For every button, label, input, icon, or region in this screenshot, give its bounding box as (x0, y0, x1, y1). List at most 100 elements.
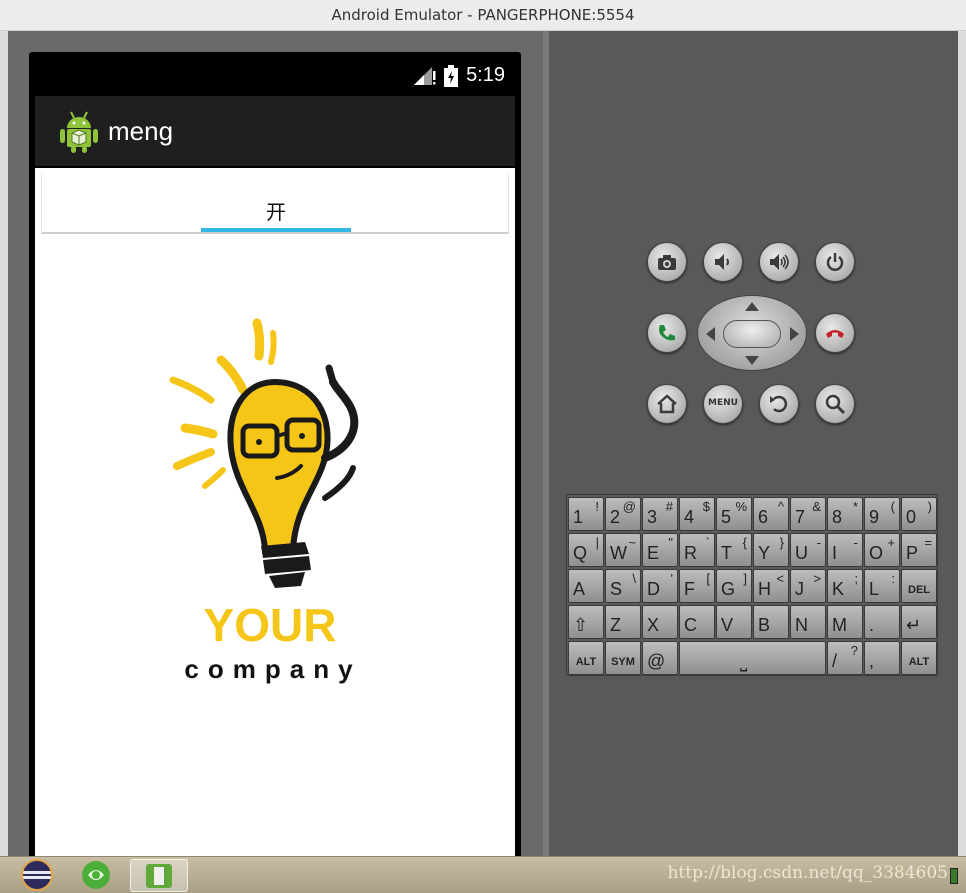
key-space[interactable]: ⎵ (679, 641, 826, 675)
volume-up-icon (770, 254, 789, 270)
logo-text-your: YOUR (204, 599, 337, 651)
menu-button[interactable]: MENU (703, 384, 743, 424)
status-bar: 5:19 (29, 52, 521, 96)
menu-button-label: MENU (708, 398, 738, 408)
taskbar-browser[interactable] (70, 859, 122, 892)
key-q[interactable]: Q | (568, 533, 604, 567)
key-z[interactable]: Z (605, 605, 641, 639)
key-shift[interactable]: ⇧ (568, 605, 604, 639)
key-period[interactable]: . (864, 605, 900, 639)
search-button[interactable] (815, 384, 855, 424)
tab-bar: 开 (41, 174, 509, 234)
tray-battery-icon[interactable] (950, 868, 958, 884)
call-icon (659, 325, 675, 341)
key-sym[interactable]: SYM (605, 641, 641, 675)
key-t[interactable]: T{ (716, 533, 752, 567)
key-a[interactable]: A (568, 569, 604, 603)
key-p[interactable]: P = (901, 533, 937, 567)
key-9[interactable]: 9( (864, 497, 900, 531)
call-button[interactable] (647, 313, 687, 353)
lightbulb-logo-image: YOUR company (169, 318, 361, 684)
controls-panel (549, 31, 958, 861)
key-j[interactable]: J > (790, 569, 826, 603)
phone-screen[interactable]: 5:19 meng 开 YOUR company (29, 52, 521, 862)
status-icons: 5:19 (414, 64, 505, 87)
window-title: Android Emulator - PANGERPHONE:5554 (331, 6, 635, 24)
key-7[interactable]: 7 & (790, 497, 826, 531)
camera-icon (658, 255, 676, 270)
key-del[interactable]: DEL (901, 569, 937, 603)
dpad-center-button[interactable] (723, 320, 781, 348)
key-o[interactable]: O + (864, 533, 900, 567)
key-enter[interactable]: ↵ (901, 605, 937, 639)
key-k[interactable]: K; (827, 569, 863, 603)
key-comma[interactable]: , (864, 641, 900, 675)
home-icon (657, 394, 677, 414)
dpad-down-arrow-icon[interactable] (745, 356, 759, 365)
key-2[interactable]: 2 @ (605, 497, 641, 531)
taskbar-eclipse[interactable] (14, 859, 60, 892)
dpad[interactable] (697, 295, 807, 371)
key-slash[interactable]: /? (827, 641, 863, 675)
key-l[interactable]: L: (864, 569, 900, 603)
key-m[interactable]: M (827, 605, 863, 639)
key-3[interactable]: 3 # (642, 497, 678, 531)
key-f[interactable]: F[ (679, 569, 715, 603)
window-title-bar: Android Emulator - PANGERPHONE:5554 (0, 0, 966, 31)
key-s[interactable]: S \ (605, 569, 641, 603)
camera-button[interactable] (647, 242, 687, 282)
dpad-left-arrow-icon[interactable] (706, 327, 715, 341)
key-e[interactable]: E " (642, 533, 678, 567)
key-i[interactable]: I- (827, 533, 863, 567)
logo-text-company: company (184, 654, 361, 684)
key-alt-left[interactable]: ALT (568, 641, 604, 675)
key-v[interactable]: V (716, 605, 752, 639)
end-call-button[interactable] (815, 313, 855, 353)
key-g[interactable]: G] (716, 569, 752, 603)
volume-up-button[interactable] (759, 242, 799, 282)
power-button[interactable] (815, 242, 855, 282)
key-u[interactable]: U- (790, 533, 826, 567)
back-icon (770, 395, 788, 413)
power-icon (826, 253, 844, 271)
key-6[interactable]: 6 ^ (753, 497, 789, 531)
main-content: 开 YOUR company (35, 168, 515, 862)
window-frame-right (958, 31, 966, 861)
key-5[interactable]: 5% (716, 497, 752, 531)
android-app-icon[interactable] (59, 110, 99, 154)
status-time: 5:19 (466, 64, 505, 86)
taskbar: http://blog.csdn.net/qq_3384605 (0, 856, 966, 893)
tab-kai[interactable]: 开 (42, 196, 510, 225)
key-4[interactable]: 4 $ (679, 497, 715, 531)
key-w[interactable]: W ~ (605, 533, 641, 567)
key-b[interactable]: B (753, 605, 789, 639)
key-d[interactable]: D ' (642, 569, 678, 603)
key-1[interactable]: 1! (568, 497, 604, 531)
action-bar: meng (35, 96, 515, 166)
back-button[interactable] (759, 384, 799, 424)
signal-icon (414, 66, 436, 85)
volume-down-button[interactable] (703, 242, 743, 282)
dpad-up-arrow-icon[interactable] (745, 302, 759, 311)
dpad-right-arrow-icon[interactable] (790, 327, 799, 341)
taskbar-emulator[interactable] (130, 859, 188, 892)
home-button[interactable] (647, 384, 687, 424)
end-call-icon (826, 330, 844, 338)
key-0[interactable]: 0) (901, 497, 937, 531)
key-alt-right[interactable]: ALT (901, 641, 937, 675)
key-y[interactable]: Y} (753, 533, 789, 567)
key-x[interactable]: X (642, 605, 678, 639)
app-title: meng (108, 116, 174, 146)
tab-selected-indicator (201, 228, 351, 232)
key-8[interactable]: 8 * (827, 497, 863, 531)
battery-icon (444, 64, 459, 87)
key-c[interactable]: C (679, 605, 715, 639)
watermark-text: http://blog.csdn.net/qq_3384605 (667, 863, 948, 883)
window-frame-left (0, 31, 8, 861)
key-n[interactable]: N (790, 605, 826, 639)
browser-icon (82, 861, 110, 889)
emulator-icon (146, 864, 172, 888)
key-at[interactable]: @ (642, 641, 678, 675)
key-r[interactable]: R ` (679, 533, 715, 567)
key-h[interactable]: H < (753, 569, 789, 603)
